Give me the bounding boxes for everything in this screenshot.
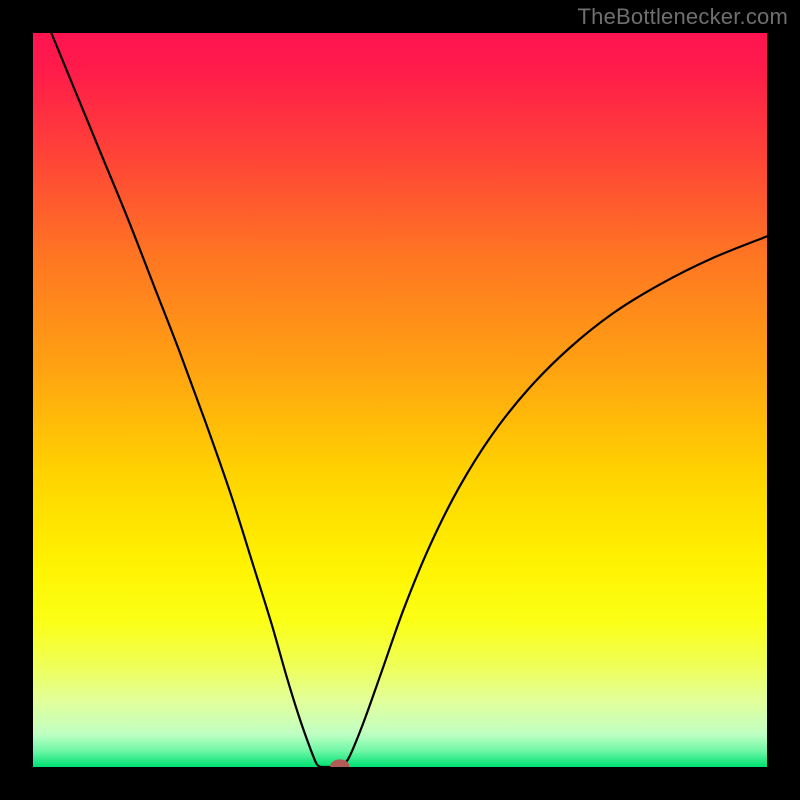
gradient-background (33, 33, 767, 767)
chart-frame: TheBottlenecker.com (0, 0, 800, 800)
credit-label: TheBottlenecker.com (578, 4, 788, 30)
chart-svg (33, 33, 767, 767)
plot-area (33, 33, 767, 767)
